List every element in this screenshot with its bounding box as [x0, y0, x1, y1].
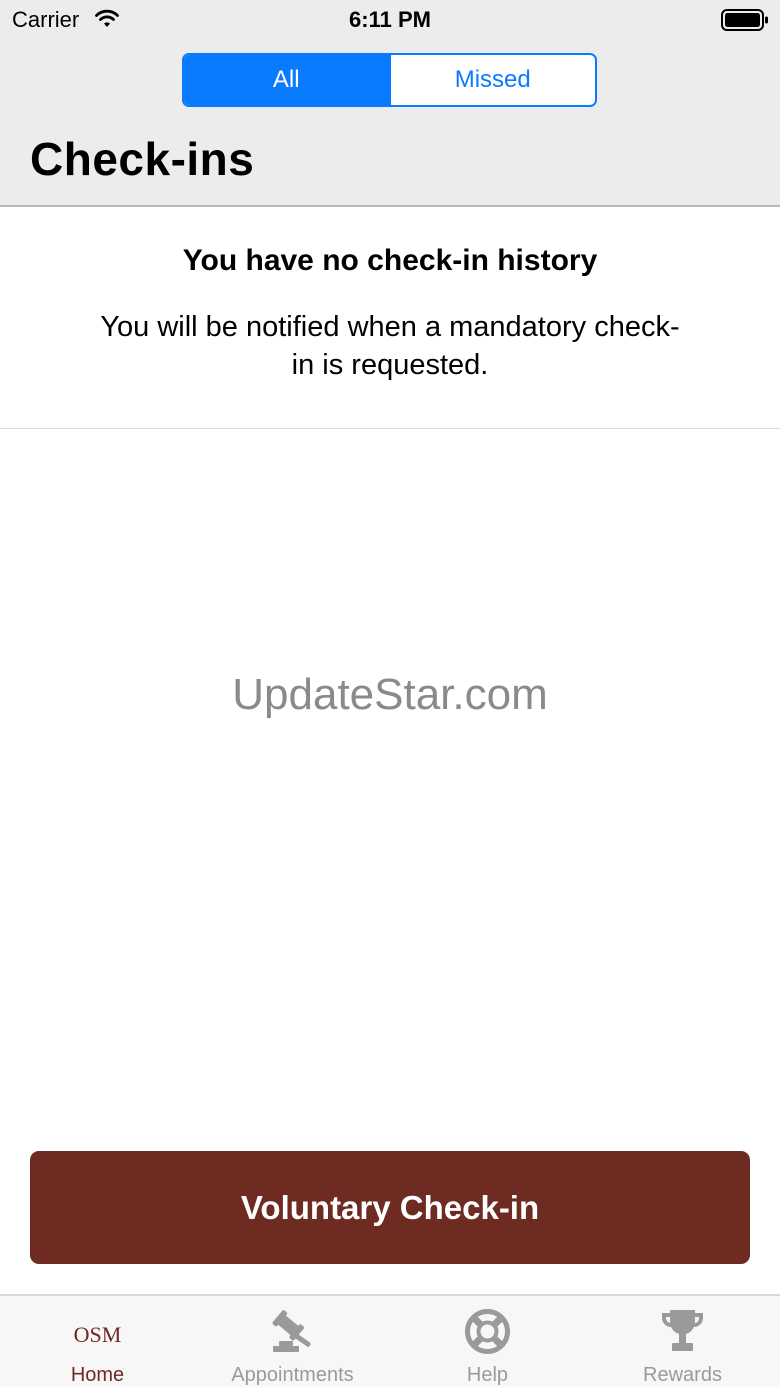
tab-help[interactable]: Help	[390, 1296, 585, 1387]
gavel-icon	[272, 1310, 311, 1352]
tab-rewards-label: Rewards	[643, 1364, 722, 1386]
filter-segmented-control: All Missed	[182, 53, 597, 107]
empty-state-panel: You have no check-in history You will be…	[0, 208, 780, 429]
trophy-icon	[662, 1310, 703, 1351]
tab-appointments-label: Appointments	[231, 1364, 354, 1386]
empty-state-title: You have no check-in history	[182, 244, 598, 277]
voluntary-checkin-button[interactable]: Voluntary Check-in	[30, 1151, 750, 1264]
tab-home[interactable]: OSM Home	[0, 1296, 195, 1387]
navigation-header: Carrier 6:11 PM All Missed Check-ins	[0, 0, 780, 207]
status-bar: Carrier 6:11 PM	[0, 0, 780, 40]
lifebuoy-icon	[465, 1309, 510, 1354]
tab-appointments[interactable]: Appointments	[195, 1296, 390, 1387]
tab-rewards[interactable]: Rewards	[585, 1296, 780, 1387]
tab-home-label: Home	[70, 1364, 125, 1386]
status-time: 6:11 PM	[349, 7, 431, 32]
empty-state-message: You will be notified when a mandatory ch…	[100, 311, 680, 381]
watermark-text: UpdateStar.com	[232, 670, 548, 719]
segment-missed[interactable]: Missed	[388, 55, 596, 105]
battery-icon	[721, 9, 768, 31]
page-title: Check-ins	[30, 133, 255, 185]
osm-logo: OSM	[73, 1322, 122, 1347]
tab-help-label: Help	[466, 1364, 509, 1386]
segment-all[interactable]: All	[184, 55, 389, 105]
tab-bar: OSM Home Appointments Help Rewards	[0, 1294, 780, 1387]
